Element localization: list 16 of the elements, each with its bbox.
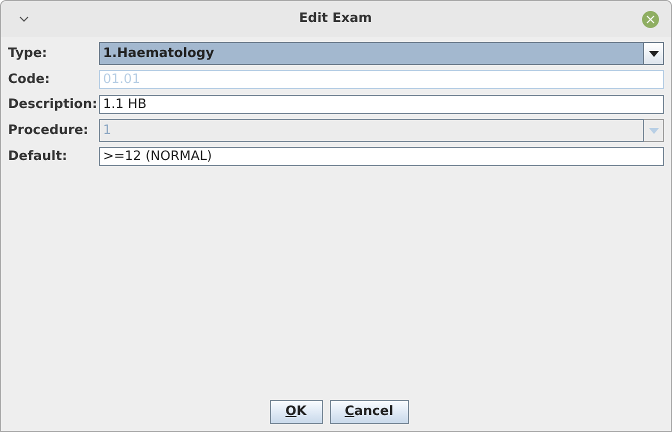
dropdown-arrow-icon: [648, 128, 658, 134]
dropdown-button[interactable]: [644, 42, 664, 65]
field-label: Procedure:: [8, 122, 90, 140]
dialog-button[interactable]: OK: [270, 400, 322, 424]
dialog-button[interactable]: Cancel: [330, 400, 408, 424]
close-icon: [646, 14, 655, 24]
dropdown-field[interactable]: 1.Haematology: [99, 42, 644, 65]
window-title: Edit Exam: [299, 10, 372, 28]
chevron-down-icon[interactable]: [19, 16, 29, 22]
field-label: Default:: [8, 148, 68, 166]
field-label: Code:: [8, 71, 51, 89]
text-field[interactable]: >=12 (NORMAL): [99, 147, 664, 166]
field-label: Description:: [8, 96, 98, 114]
text-field[interactable]: 1.1 HB: [99, 94, 664, 114]
field-label: Type:: [8, 44, 48, 63]
dropdown-arrow-icon: [648, 50, 658, 56]
